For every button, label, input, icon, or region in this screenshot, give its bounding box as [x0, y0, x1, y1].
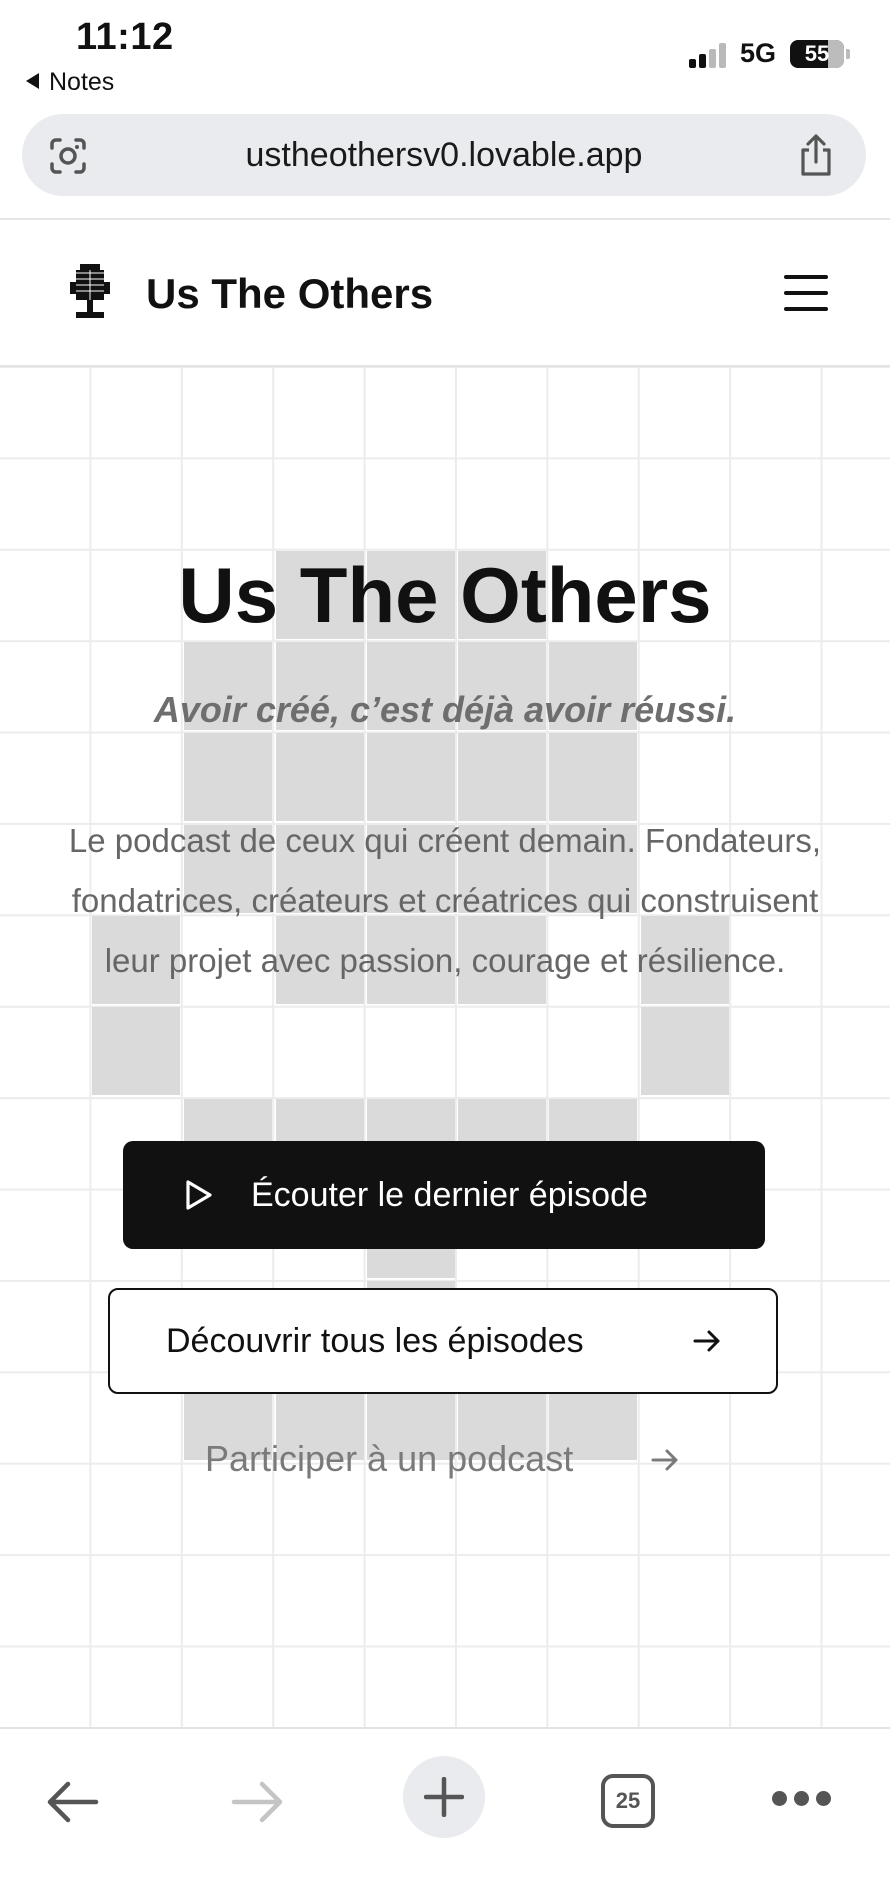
share-icon[interactable] — [796, 134, 836, 178]
pixel-microphone-icon[interactable] — [68, 264, 112, 324]
plus-icon — [424, 1777, 464, 1817]
more-icon[interactable] — [772, 1791, 832, 1811]
brand-name[interactable]: Us The Others — [146, 264, 433, 324]
listen-latest-episode-label: Écouter le dernier épisode — [251, 1176, 648, 1214]
url-text[interactable]: ustheothersv0.lovable.app — [22, 114, 866, 196]
status-time: 11:12 — [76, 16, 174, 58]
hero-tagline: Avoir créé, c’est déjà avoir réussi. — [153, 689, 737, 730]
site-header: Us The Others — [0, 220, 890, 367]
hamburger-menu-icon[interactable] — [784, 275, 828, 311]
play-icon — [186, 1180, 212, 1210]
back-app-label: Notes — [49, 68, 115, 96]
arrow-right-icon — [693, 1330, 720, 1352]
browser-toolbar: 25 — [0, 1727, 890, 1884]
battery-tip — [846, 49, 850, 59]
hero-title: Us The Others — [178, 551, 712, 639]
arrow-left-icon[interactable] — [44, 1779, 100, 1825]
status-bar: 11:12 Notes 5G 55 — [0, 0, 890, 110]
battery-icon: 55 — [790, 40, 844, 68]
arrow-right-icon[interactable] — [230, 1779, 286, 1825]
new-tab-button[interactable] — [403, 1756, 485, 1838]
listen-latest-episode-button[interactable]: Écouter le dernier épisode — [123, 1141, 765, 1249]
battery-percentage: 55 — [804, 41, 830, 66]
back-to-app-link[interactable]: Notes — [26, 68, 114, 97]
arrow-right-icon[interactable] — [650, 1445, 680, 1475]
tabs-icon[interactable]: 25 — [601, 1774, 655, 1828]
back-triangle-icon — [26, 73, 39, 89]
hero-section: Us The Others Avoir créé, c’est déjà avo… — [0, 367, 890, 1727]
discover-all-episodes-button[interactable]: Découvrir tous les épisodes — [108, 1288, 778, 1394]
participate-podcast-link[interactable]: Participer à un podcast — [205, 1427, 573, 1491]
cellular-signal-icon — [689, 42, 729, 68]
discover-all-episodes-label: Découvrir tous les épisodes — [166, 1322, 584, 1360]
network-type: 5G — [740, 38, 777, 68]
hero-description: Le podcast de ceux qui créent demain. Fo… — [68, 822, 822, 979]
address-bar[interactable]: ustheothersv0.lovable.app — [22, 114, 866, 196]
